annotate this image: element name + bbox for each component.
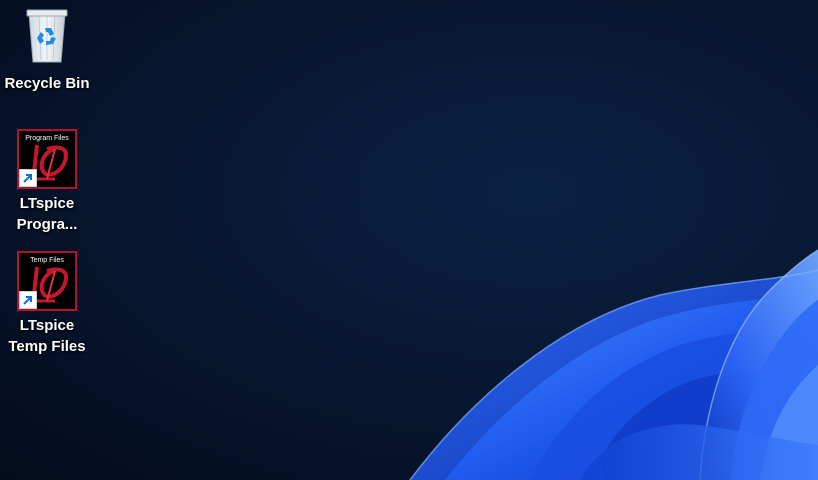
windows-bloom-wallpaper <box>409 249 818 480</box>
desktop-icon-ltspice-program-files[interactable]: Program Files LTspice Progra... <box>0 129 94 235</box>
shortcut-arrow-icon <box>19 169 37 187</box>
ltspice-program-files-label: LTspice Progra... <box>16 195 78 233</box>
recycle-bin-icon <box>23 6 71 69</box>
ltspice-logo-icon: Program Files <box>17 129 77 189</box>
desktop-icon-recycle-bin[interactable]: Recycle Bin <box>0 6 94 94</box>
recycle-bin-label: Recycle Bin <box>4 75 90 92</box>
ltspice-temp-files-label: LTspice Temp Files <box>8 317 86 355</box>
shortcut-arrow-icon <box>19 291 37 309</box>
ltspice-logo-icon: Temp Files <box>17 251 77 311</box>
ltspice-icon-caption: Program Files <box>25 135 69 142</box>
ltspice-icon-caption: Temp Files <box>30 257 64 264</box>
desktop-icon-ltspice-temp-files[interactable]: Temp Files LTspice Temp Files <box>0 251 94 357</box>
desktop: Recycle Bin Program Files LTspice Progra… <box>0 0 818 480</box>
